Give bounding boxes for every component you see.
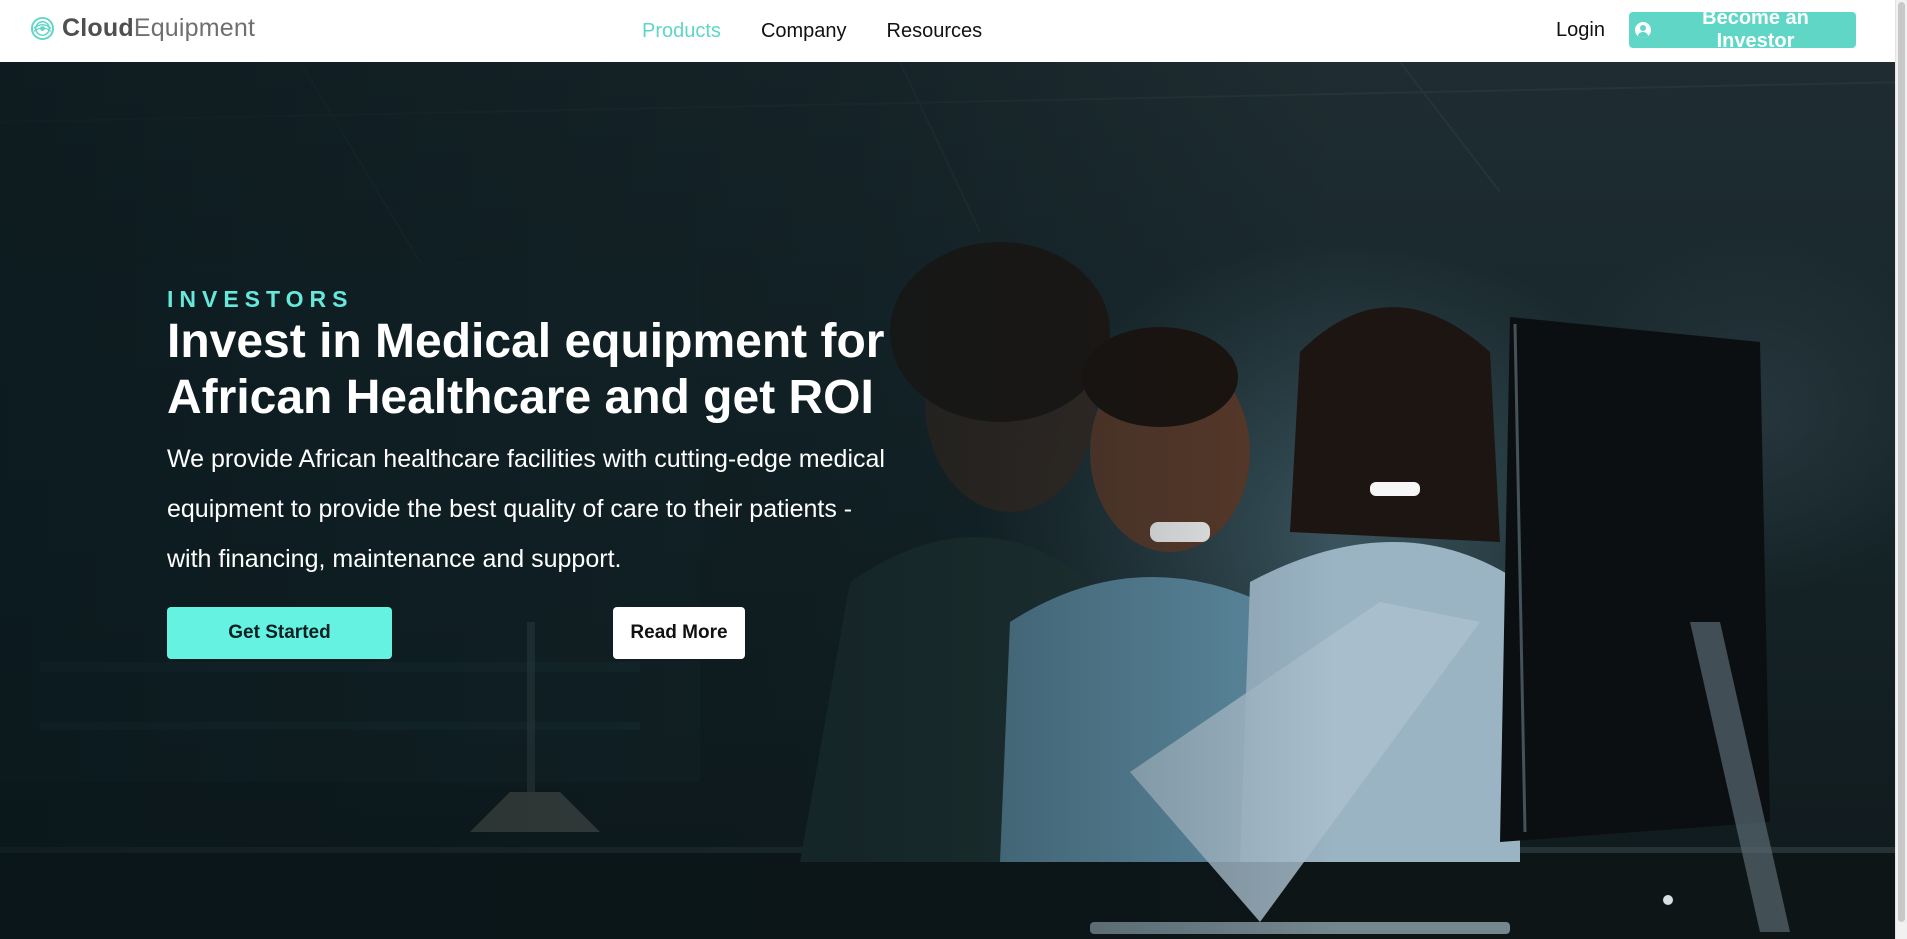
become-investor-label: Become an Investor <box>1702 7 1809 52</box>
become-investor-button[interactable]: Become an Investor <box>1629 7 1856 52</box>
main-navigation: Products Company Resources <box>642 0 1022 62</box>
hero-eyebrow: INVESTORS <box>167 286 354 312</box>
user-circle-icon <box>1635 22 1651 38</box>
hero-headline-line-1: Invest in Medical equipment for <box>167 315 885 368</box>
logo-text-bold: Cloud <box>62 14 134 42</box>
hero-description-line-3: with financing, maintenance and support. <box>167 545 622 573</box>
hero-headline-line-2: African Healthcare and get ROI <box>167 371 874 424</box>
get-started-button[interactable]: Get Started <box>167 607 392 659</box>
logo-link[interactable]: CloudEquipment <box>30 14 255 43</box>
top-navigation-bar: CloudEquipment Products Company Resource… <box>0 0 1907 62</box>
hero-description-line-2: equipment to provide the best quality of… <box>167 495 853 523</box>
cloud-equipment-logo-icon <box>30 16 55 41</box>
login-link[interactable]: Login <box>1556 19 1605 42</box>
nav-link-resources[interactable]: Resources <box>887 20 983 43</box>
logo-text-regular: Equipment <box>133 14 256 42</box>
nav-link-products[interactable]: Products <box>642 20 721 43</box>
hero-headline: Invest in Medical equipment for African … <box>167 314 927 426</box>
read-more-button[interactable]: Read More <box>613 607 745 659</box>
hero-section: INVESTORS Invest in Medical equipment fo… <box>0 62 1907 939</box>
hero-description: We provide African healthcare facilities… <box>167 434 997 584</box>
hero-description-line-1: We provide African healthcare facilities… <box>167 445 885 473</box>
nav-link-company[interactable]: Company <box>761 20 847 43</box>
logo-text: CloudEquipment <box>62 14 255 43</box>
page-scrollbar[interactable] <box>1895 0 1907 939</box>
scrollbar-thumb[interactable] <box>1898 2 1905 922</box>
